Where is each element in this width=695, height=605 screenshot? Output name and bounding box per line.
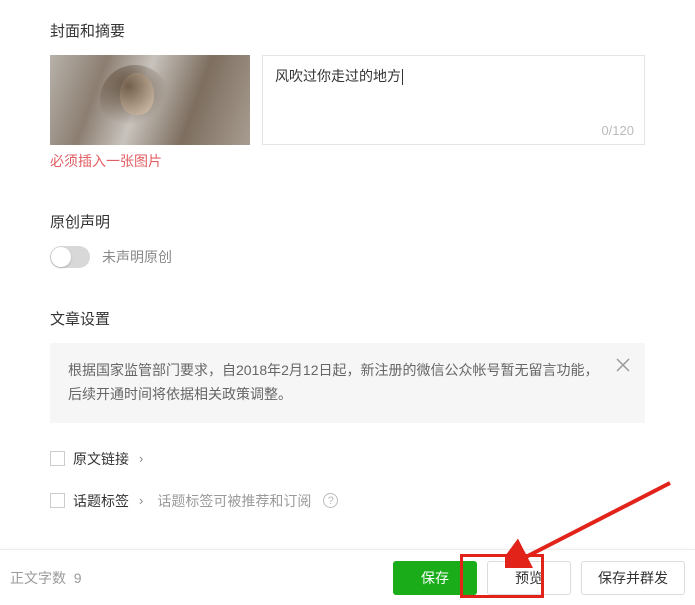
save-button[interactable]: 保存 bbox=[393, 561, 477, 595]
topic-tag-checkbox[interactable] bbox=[50, 493, 65, 508]
close-icon[interactable] bbox=[615, 357, 631, 373]
chevron-right-icon: › bbox=[139, 493, 143, 508]
save-and-send-button[interactable]: 保存并群发 bbox=[581, 561, 685, 595]
source-link-label: 原文链接 bbox=[73, 449, 129, 469]
topic-hint: 话题标签可被推荐和订阅 bbox=[157, 491, 311, 511]
source-link-row[interactable]: 原文链接 › bbox=[50, 449, 645, 469]
summary-input[interactable]: 风吹过你走过的地方 0/120 bbox=[262, 55, 645, 145]
toggle-knob bbox=[51, 247, 71, 267]
original-section-title: 原创声明 bbox=[50, 211, 645, 232]
cover-section-title: 封面和摘要 bbox=[50, 20, 645, 41]
cover-image[interactable] bbox=[50, 55, 250, 145]
settings-section-title: 文章设置 bbox=[50, 308, 645, 329]
help-icon[interactable]: ? bbox=[323, 493, 338, 508]
original-toggle-label: 未声明原创 bbox=[102, 247, 172, 267]
original-toggle[interactable] bbox=[50, 246, 90, 268]
notice-box: 根据国家监管部门要求，自2018年2月12日起，新注册的微信公众帐号暂无留言功能… bbox=[50, 343, 645, 423]
topic-tag-label: 话题标签 bbox=[73, 491, 129, 511]
footer-bar: 正文字数 9 保存 预览 保存并群发 bbox=[0, 549, 695, 605]
topic-tag-row[interactable]: 话题标签 › 话题标签可被推荐和订阅 ? bbox=[50, 491, 645, 511]
word-count: 正文字数 9 bbox=[10, 568, 82, 588]
summary-text: 风吹过你走过的地方 bbox=[275, 68, 401, 84]
char-count: 0/120 bbox=[601, 123, 634, 138]
preview-button[interactable]: 预览 bbox=[487, 561, 571, 595]
chevron-right-icon: › bbox=[139, 451, 143, 466]
cover-error: 必须插入一张图片 bbox=[50, 151, 645, 171]
source-link-checkbox[interactable] bbox=[50, 451, 65, 466]
text-cursor bbox=[402, 69, 403, 85]
notice-text: 根据国家监管部门要求，自2018年2月12日起，新注册的微信公众帐号暂无留言功能… bbox=[68, 362, 599, 402]
